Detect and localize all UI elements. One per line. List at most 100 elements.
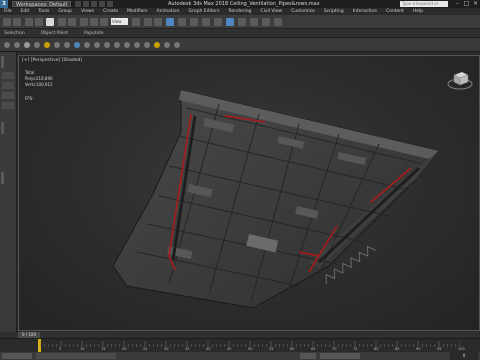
- viewport-label[interactable]: [+] [Perspective] [Shaded]: [22, 58, 82, 63]
- move-icon[interactable]: [80, 18, 88, 26]
- menu-content[interactable]: Content: [386, 9, 404, 14]
- ceiling-ventilation-model[interactable]: [19, 56, 480, 331]
- menu-modifiers[interactable]: Modifiers: [127, 9, 148, 14]
- maxscript-listener[interactable]: [2, 353, 32, 359]
- scene-item[interactable]: [2, 72, 14, 79]
- menu-edit[interactable]: Edit: [21, 9, 30, 14]
- geometry-filter-icon[interactable]: [24, 42, 30, 48]
- menu-help[interactable]: Help: [413, 9, 423, 14]
- groups-filter-icon[interactable]: [84, 42, 90, 48]
- containers-filter-icon[interactable]: [114, 42, 120, 48]
- search-input[interactable]: Type a keyword or phrase: [400, 1, 448, 12]
- app-logo[interactable]: 3: [0, 0, 8, 8]
- link-icon[interactable]: [25, 18, 33, 26]
- shapes-filter-icon[interactable]: [34, 42, 40, 48]
- ruler-tick-label: 70: [332, 347, 337, 351]
- current-frame-field[interactable]: 0: [450, 352, 478, 360]
- ribbon-tab-object-paint[interactable]: Object Paint: [41, 31, 68, 36]
- panel-handle-icon[interactable]: [1, 122, 4, 134]
- quick-access-toolbar: [75, 1, 114, 7]
- display-filter-icon[interactable]: [14, 42, 20, 48]
- curve-editor-icon[interactable]: [202, 18, 210, 26]
- render-iterative-icon[interactable]: [274, 18, 282, 26]
- save-file-icon[interactable]: [91, 1, 98, 7]
- playback-controls[interactable]: [300, 353, 316, 359]
- helpers-filter-icon[interactable]: [64, 42, 70, 48]
- rotate-icon[interactable]: [90, 18, 98, 26]
- menu-graph-editors[interactable]: Graph Editors: [189, 9, 220, 14]
- menu-civil-view[interactable]: Civil View: [260, 9, 282, 14]
- menu-animation[interactable]: Animation: [157, 9, 180, 14]
- favorite-icon[interactable]: [154, 42, 160, 48]
- menu-rendering[interactable]: Rendering: [228, 9, 251, 14]
- menu-tools[interactable]: Tools: [38, 9, 49, 14]
- unlink-icon[interactable]: [35, 18, 43, 26]
- xrefs-filter-icon[interactable]: [94, 42, 100, 48]
- find-icon[interactable]: [174, 42, 180, 48]
- scene-item[interactable]: [2, 92, 14, 99]
- schematic-view-icon[interactable]: [214, 18, 222, 26]
- open-file-icon[interactable]: [83, 1, 90, 7]
- maximize-button[interactable]: □: [463, 1, 470, 7]
- ruler-tick-label: 75: [353, 347, 358, 351]
- ribbon-tab-populate[interactable]: Populate: [84, 31, 104, 36]
- minimize-button[interactable]: –: [454, 1, 461, 7]
- new-file-icon[interactable]: [75, 1, 82, 7]
- all-filter-icon[interactable]: [144, 42, 150, 48]
- menu-customize[interactable]: Customize: [291, 9, 315, 14]
- pivot-icon[interactable]: [132, 18, 140, 26]
- selection-filter-icon[interactable]: [46, 18, 54, 26]
- stats-verts-row: Verts: 100,915: [25, 82, 53, 88]
- viewcube-icon[interactable]: [447, 66, 473, 92]
- undo-tool-icon[interactable]: [3, 18, 11, 26]
- perspective-viewport[interactable]: [+] [Perspective] [Shaded] Total Polys: …: [18, 55, 480, 331]
- left-panel: [0, 52, 17, 332]
- ruler-tick-label: 80: [374, 347, 379, 351]
- select-by-name-icon[interactable]: [68, 18, 76, 26]
- align-icon[interactable]: [178, 18, 186, 26]
- redo-icon[interactable]: [107, 1, 114, 7]
- scene-explorer-icon[interactable]: [4, 42, 10, 48]
- status-bar: 0: [0, 352, 480, 360]
- bones-filter-icon[interactable]: [104, 42, 110, 48]
- spacewarps-filter-icon[interactable]: [74, 42, 80, 48]
- render-frame-icon[interactable]: [250, 18, 258, 26]
- material-editor-icon[interactable]: [226, 18, 234, 26]
- scene-item[interactable]: [2, 102, 14, 109]
- close-button[interactable]: ×: [472, 1, 479, 7]
- cameras-filter-icon[interactable]: [54, 42, 60, 48]
- menu-views[interactable]: Views: [81, 9, 94, 14]
- select-object-icon[interactable]: [58, 18, 66, 26]
- hidden-filter-icon[interactable]: [134, 42, 140, 48]
- stats-key: Verts:: [25, 82, 37, 87]
- scene-item[interactable]: [2, 82, 14, 89]
- frozen-filter-icon[interactable]: [124, 42, 130, 48]
- key-mode-controls[interactable]: [320, 353, 360, 359]
- ribbon-tabs: Selection Object Paint Populate: [0, 29, 480, 38]
- menu-group[interactable]: Group: [58, 9, 72, 14]
- snap-toggle-icon[interactable]: [144, 18, 152, 26]
- reference-coordinate-select[interactable]: View: [111, 18, 128, 25]
- ruler-tick-label: 5: [59, 347, 62, 351]
- ribbon-tab-selection[interactable]: Selection: [4, 31, 25, 36]
- ruler-tick-label: 55: [269, 347, 274, 351]
- sort-icon[interactable]: [164, 42, 170, 48]
- angle-snap-icon[interactable]: [154, 18, 162, 26]
- render-icon[interactable]: [262, 18, 270, 26]
- undo-icon[interactable]: [99, 1, 106, 7]
- render-setup-icon[interactable]: [238, 18, 246, 26]
- track-bar[interactable]: 0 5 10 15 20 25 30 35 40 45 50 55 60 65 70 75 80 85 90 95 10…: [0, 338, 480, 353]
- lights-filter-icon[interactable]: [44, 42, 50, 48]
- workspace-selector[interactable]: Workspaces: Default: [12, 1, 72, 8]
- layer-explorer-icon[interactable]: [190, 18, 198, 26]
- redo-tool-icon[interactable]: [13, 18, 21, 26]
- menu-interactive[interactable]: Interactive: [353, 9, 377, 14]
- panel-handle-icon[interactable]: [1, 172, 4, 184]
- menu-create[interactable]: Create: [103, 9, 118, 14]
- menu-scripting[interactable]: Scripting: [324, 9, 344, 14]
- mirror-icon[interactable]: [166, 18, 174, 26]
- panel-handle-icon[interactable]: [1, 56, 4, 68]
- title-bar: 3 Workspaces: Default Autodesk 3ds Max 2…: [0, 0, 480, 12]
- menu-file[interactable]: File: [4, 9, 12, 14]
- scale-icon[interactable]: [100, 18, 108, 26]
